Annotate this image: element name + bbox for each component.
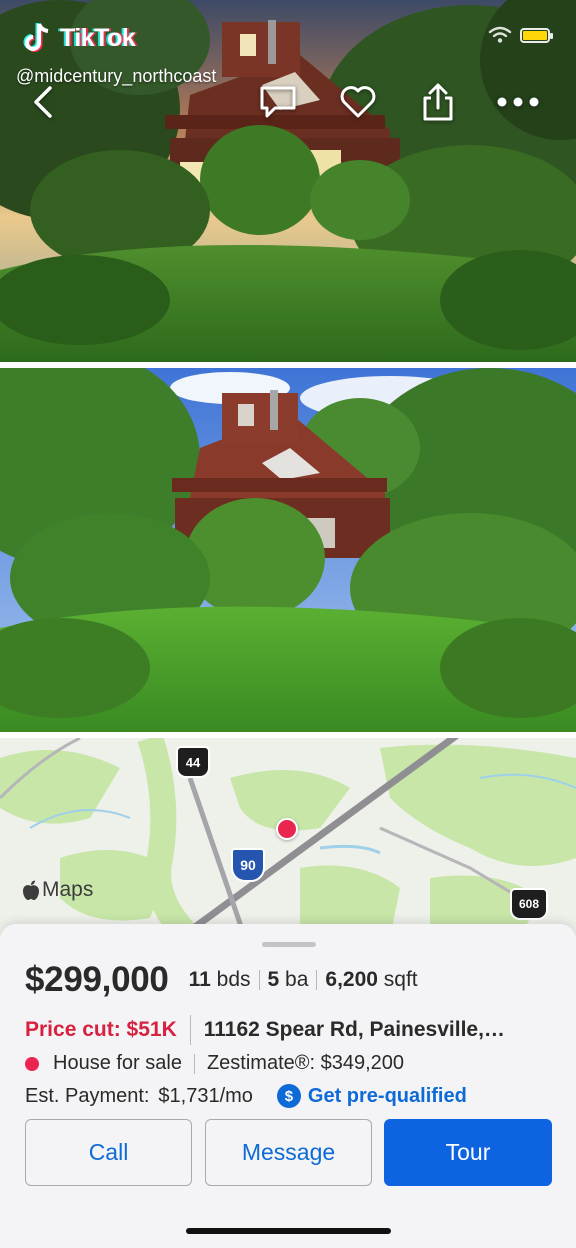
est-payment-value[interactable]: $1,731/mo <box>158 1085 253 1108</box>
route-shield-608: 608 <box>510 888 548 920</box>
tiktok-wordmark: TikTok <box>60 23 136 52</box>
property-location-pin[interactable] <box>276 818 298 840</box>
price-cut-address-row: Price cut: $51K 11162 Spear Rd, Painesvi… <box>25 1015 534 1045</box>
apple-maps-brand: Maps <box>22 878 93 902</box>
message-button[interactable]: Message <box>205 1119 372 1186</box>
listing-status: House for sale <box>53 1052 182 1074</box>
chat-icon <box>260 86 296 118</box>
tour-button[interactable]: Tour <box>384 1119 552 1186</box>
share-button[interactable] <box>416 80 460 124</box>
divider <box>258 970 260 990</box>
est-payment-label: Est. Payment: <box>25 1084 150 1107</box>
interstate-shield-90: 90 <box>231 848 265 882</box>
listing-address[interactable]: 11162 Spear Rd, Painesville,… <box>204 1018 534 1042</box>
maps-brand-label: Maps <box>42 878 94 901</box>
apple-logo-icon <box>23 880 39 900</box>
back-chevron-icon <box>34 86 52 118</box>
for-sale-status-dot <box>25 1056 39 1071</box>
sqft-count: 6,200 <box>325 968 378 991</box>
beds-unit: bds <box>216 968 251 991</box>
divider <box>316 970 318 990</box>
divider <box>189 1015 191 1045</box>
call-button[interactable]: Call <box>25 1119 192 1186</box>
back-button[interactable] <box>20 80 64 124</box>
price-cut-label: Price cut: $51K <box>25 1018 177 1041</box>
heart-icon <box>340 86 376 118</box>
status-zestimate-row: House for sale Zestimate®: $349,200 <box>25 1052 404 1075</box>
route-shield-44: 44 <box>176 746 210 778</box>
share-icon <box>423 83 453 121</box>
location-map[interactable]: 44 90 608 <box>0 738 576 938</box>
beds-count: 11 <box>188 968 211 991</box>
baths-unit: ba <box>285 968 309 991</box>
home-indicator[interactable] <box>186 1228 391 1234</box>
baths-count: 5 <box>267 968 280 991</box>
listing-summary-sheet: $299,000 11 bds 5 ba 6,200 sqft Price cu… <box>0 924 576 1248</box>
chat-button[interactable] <box>256 80 300 124</box>
dollar-icon: $ <box>276 1084 301 1108</box>
home-facts: 11 bds 5 ba 6,200 sqft <box>189 968 418 992</box>
zestimate-value[interactable]: Zestimate®: $349,200 <box>207 1052 404 1075</box>
sqft-unit: sqft <box>383 968 418 991</box>
tiktok-note-icon <box>23 23 49 52</box>
listing-top-bar <box>0 80 576 124</box>
more-options-button[interactable] <box>496 80 540 124</box>
payment-row: Est. Payment: $1,731/mo $ Get pre-qualif… <box>25 1084 467 1108</box>
listing-price: $299,000 <box>25 960 169 999</box>
more-dots-icon <box>497 97 539 107</box>
wifi-icon <box>488 26 512 43</box>
price-facts-row: $299,000 11 bds 5 ba 6,200 sqft <box>25 960 418 1000</box>
save-favorite-button[interactable] <box>336 80 380 124</box>
battery-icon <box>520 27 553 43</box>
sheet-grabber-handle[interactable] <box>262 942 316 947</box>
listing-photo-daylight[interactable] <box>0 368 576 732</box>
status-bar <box>488 26 553 44</box>
tiktok-logo: TikTok <box>18 20 136 56</box>
get-prequalified-link[interactable]: Get pre-qualified <box>308 1085 467 1108</box>
divider <box>193 1053 195 1074</box>
